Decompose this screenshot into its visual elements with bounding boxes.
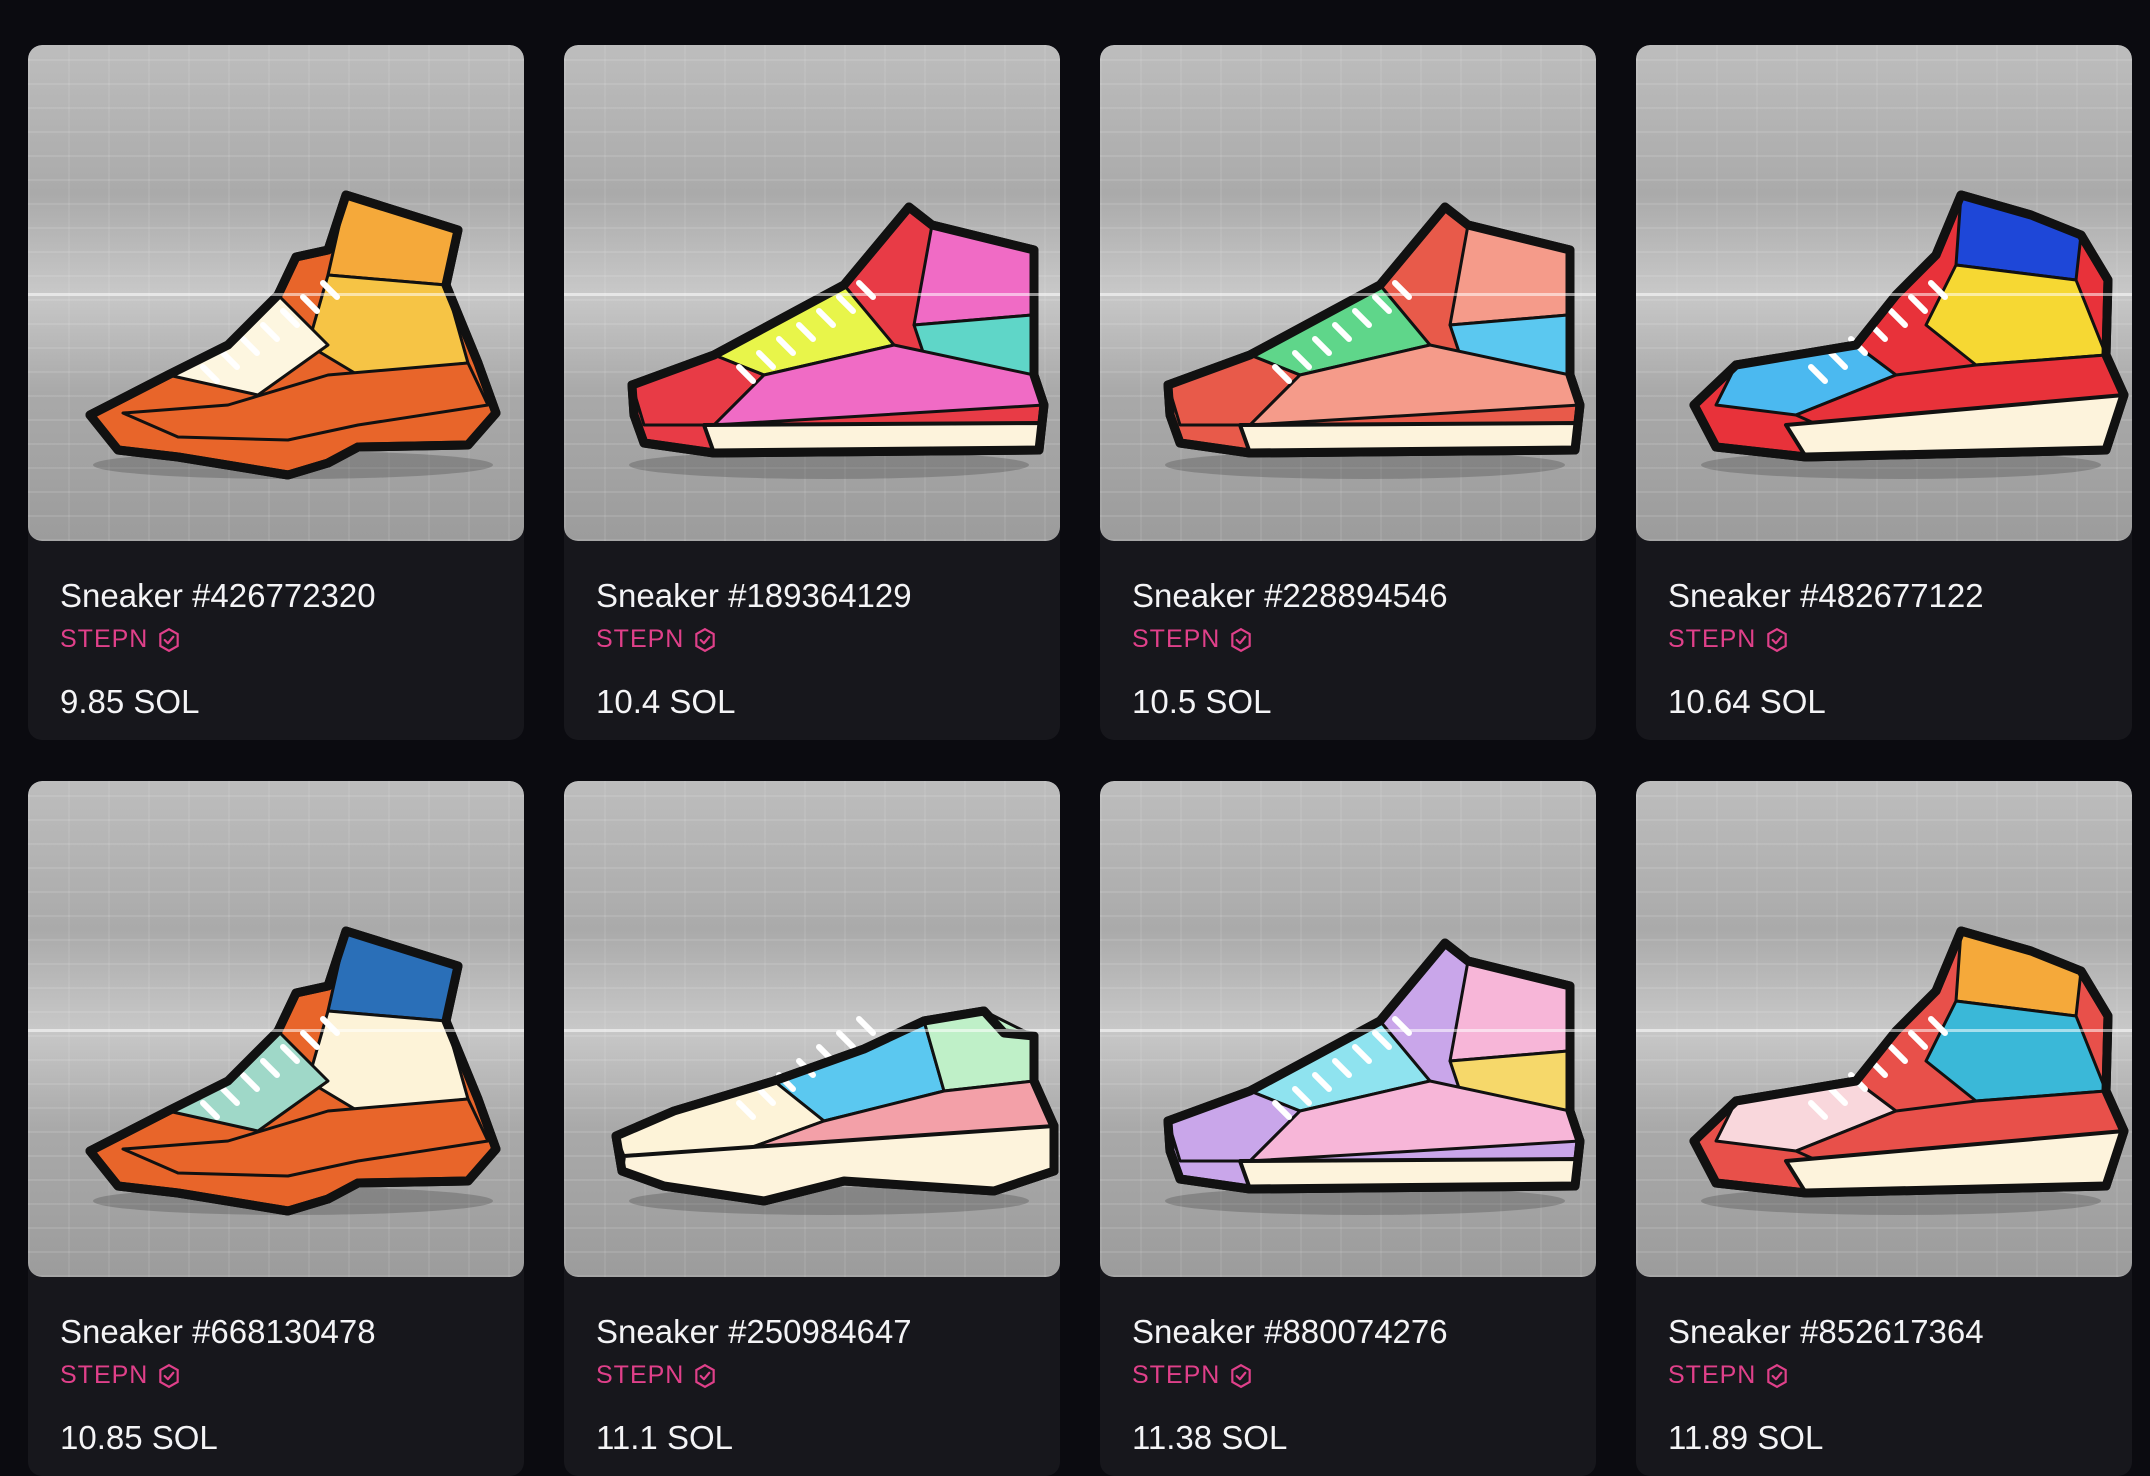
collection-name[interactable]: STEPN [1668,625,1790,654]
verified-badge-icon [1231,627,1252,652]
sneaker-image [1689,190,2129,479]
sneaker-thumbnail[interactable] [1100,45,1596,541]
nft-name: Sneaker #189364129 [596,577,912,614]
collection-name[interactable]: STEPN [596,1361,718,1390]
nft-name: Sneaker #668130478 [60,1313,376,1350]
shoe-panel [1448,223,1572,327]
sneaker-thumbnail[interactable] [1100,781,1596,1277]
collection-label: STEPN [1132,625,1221,653]
sneaker-image [1689,926,2129,1215]
verified-badge-icon [159,1363,180,1388]
nft-name: Sneaker #482677122 [1668,577,1984,614]
sneaker-thumbnail[interactable] [1636,781,2132,1277]
collection-label: STEPN [60,1361,149,1389]
sneaker-thumbnail[interactable] [28,781,524,1277]
sneaker-image [1163,938,1585,1215]
shoe-panel [1448,959,1572,1063]
sneaker-thumbnail[interactable] [28,45,524,541]
nft-price: 10.4 SOL [596,683,736,720]
nft-card-2[interactable]: Sneaker #189364129 STEPN 10.4 SOL [564,45,1060,740]
nft-card-7[interactable]: Sneaker #880074276 STEPN 11.38 SOL [1100,781,1596,1476]
sneaker-thumbnail[interactable] [1636,45,2132,541]
verified-badge-icon [695,627,716,652]
sneaker-image [1163,202,1585,479]
nft-price: 10.5 SOL [1132,683,1272,720]
nft-price: 9.85 SOL [60,683,200,720]
sneaker-image [611,1006,1059,1215]
nft-card-4[interactable]: Sneaker #482677122 STEPN 10.64 SOL [1636,45,2132,740]
collection-label: STEPN [1668,625,1757,653]
verified-badge-icon [159,627,180,652]
verified-badge-icon [1767,627,1788,652]
nft-price: 11.38 SOL [1132,1419,1288,1456]
nft-card-8[interactable]: Sneaker #852617364 STEPN 11.89 SOL [1636,781,2132,1476]
nft-name: Sneaker #880074276 [1132,1313,1448,1350]
sneaker-image [85,926,501,1216]
nft-card-5[interactable]: Sneaker #668130478 STEPN 10.85 SOL [28,781,524,1476]
shoe-lace [856,1016,876,1036]
shoe-panel [922,1009,1036,1093]
verified-badge-icon [695,1363,716,1388]
nft-price: 10.64 SOL [1668,683,1826,720]
collection-label: STEPN [1668,1361,1757,1389]
collection-label: STEPN [60,625,149,653]
nft-card-1[interactable]: Sneaker #426772320 STEPN 9.85 SOL [28,45,524,740]
nft-card-3[interactable]: Sneaker #228894546 STEPN 10.5 SOL [1100,45,1596,740]
collection-label: STEPN [596,1361,685,1389]
nft-price: 11.89 SOL [1668,1419,1824,1456]
collection-name[interactable]: STEPN [60,625,182,654]
collection-label: STEPN [596,625,685,653]
collection-name[interactable]: STEPN [1668,1361,1790,1390]
shoe-panel [912,223,1036,327]
nft-card-6[interactable]: Sneaker #250984647 STEPN 11.1 SOL [564,781,1060,1476]
nft-name: Sneaker #228894546 [1132,577,1448,614]
sneaker-thumbnail[interactable] [564,781,1060,1277]
verified-badge-icon [1767,1363,1788,1388]
shoe-lace [836,1030,856,1050]
nft-name: Sneaker #426772320 [60,577,376,614]
collection-label: STEPN [1132,1361,1221,1389]
nft-name: Sneaker #852617364 [1668,1313,1984,1350]
nft-price: 11.1 SOL [596,1419,733,1456]
verified-badge-icon [1231,1363,1252,1388]
nft-name: Sneaker #250984647 [596,1313,912,1350]
collection-name[interactable]: STEPN [1132,1361,1254,1390]
sneaker-image [85,190,501,480]
collection-name[interactable]: STEPN [60,1361,182,1390]
sneaker-image [627,202,1049,479]
collection-name[interactable]: STEPN [1132,625,1254,654]
nft-price: 10.85 SOL [60,1419,218,1456]
sneaker-thumbnail[interactable] [564,45,1060,541]
collection-name[interactable]: STEPN [596,625,718,654]
